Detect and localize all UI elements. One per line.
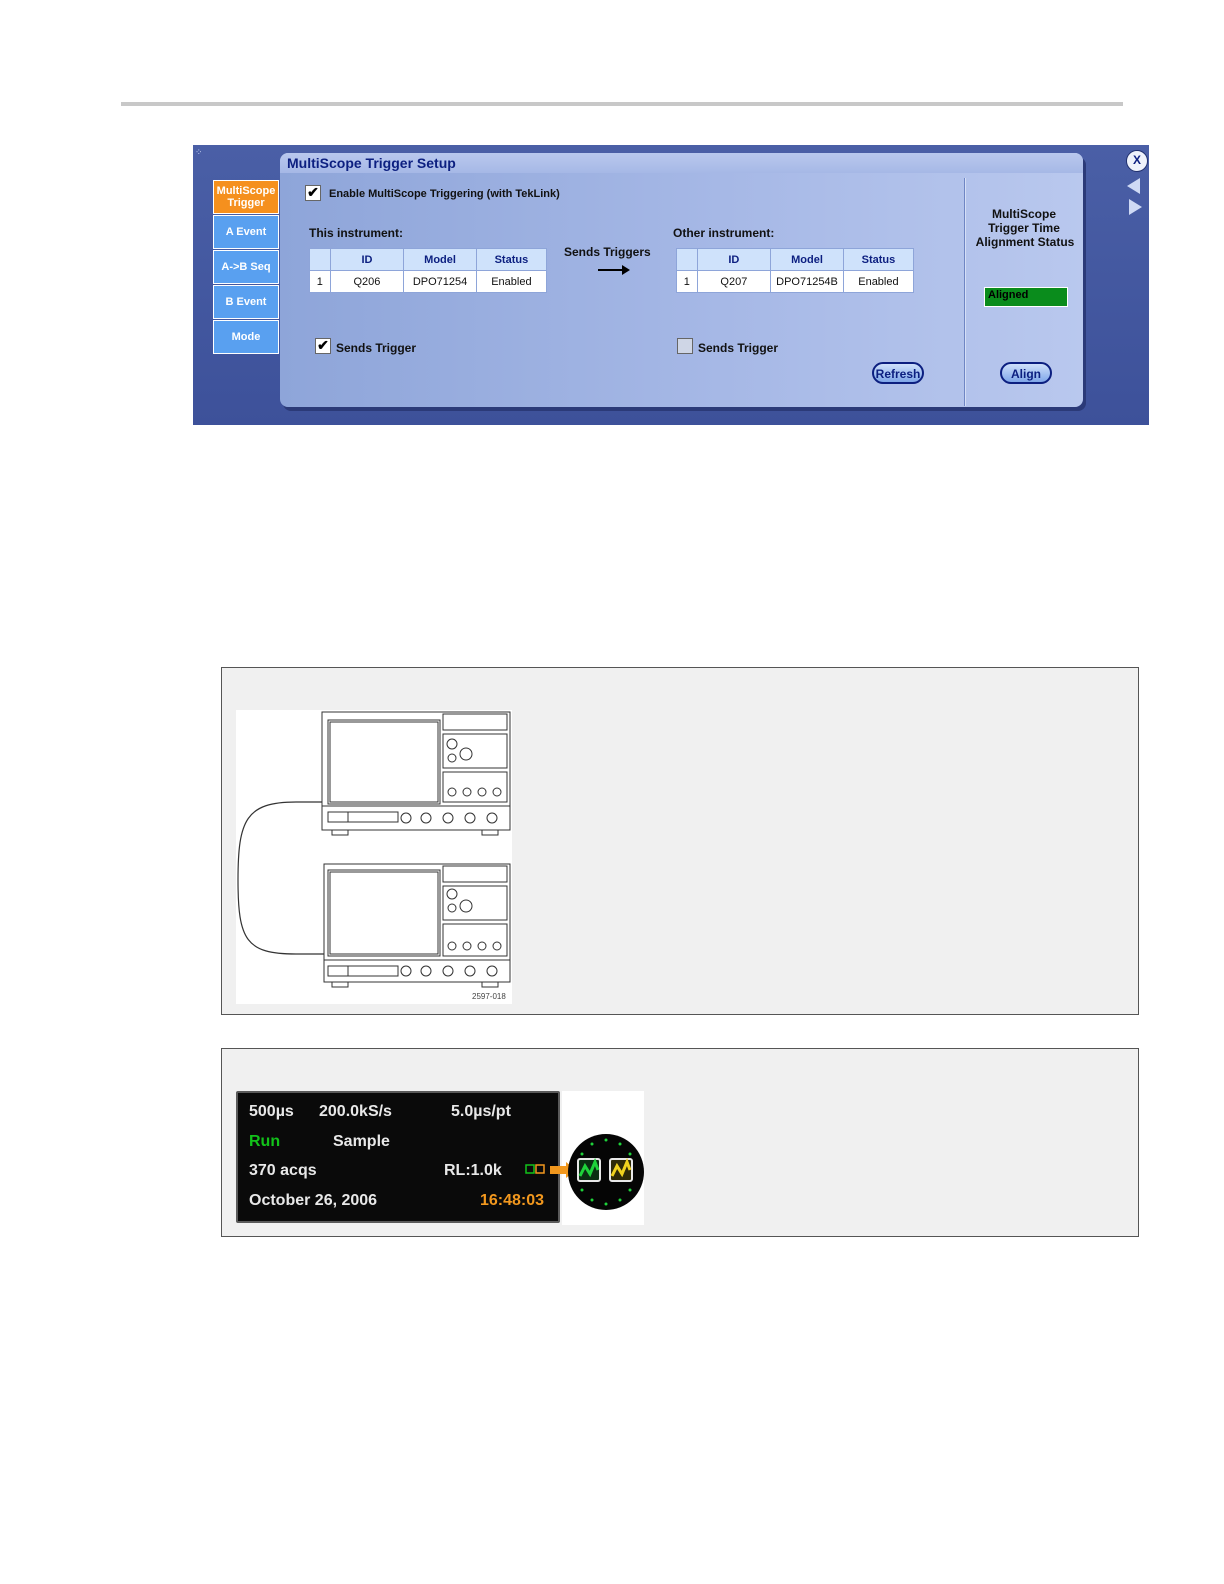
row-index: 1 xyxy=(309,270,331,293)
close-button[interactable]: X xyxy=(1126,150,1148,172)
tab-a-event[interactable]: A Event xyxy=(213,215,279,249)
other-sends-trigger-checkbox[interactable] xyxy=(677,338,693,354)
column-header-index xyxy=(676,248,698,271)
row-model: DPO71254B xyxy=(770,270,844,293)
arrow-right-icon xyxy=(598,265,630,275)
other-instrument-heading: Other instrument: xyxy=(673,226,775,240)
oscilloscopes-illustration xyxy=(236,710,512,1004)
refresh-button[interactable]: Refresh xyxy=(872,362,924,384)
enable-multiscope-label: Enable MultiScope Triggering (with TekLi… xyxy=(329,188,560,200)
dialog-title: MultiScope Trigger Setup xyxy=(287,155,456,171)
previous-arrow-icon[interactable] xyxy=(1127,178,1140,194)
alignment-title-line1: MultiScope xyxy=(991,207,1056,221)
this-instrument-table: ID Model Status 1 Q206 DPO71254 Enabled xyxy=(309,248,548,293)
row-status: Enabled xyxy=(475,270,548,293)
multiscope-status-icon xyxy=(525,1134,644,1210)
row-index: 1 xyxy=(676,270,698,293)
resize-grip-icon[interactable]: ⁘ xyxy=(195,147,205,157)
this-sends-trigger-checkbox[interactable]: ✔ xyxy=(315,338,331,354)
tab-mode[interactable]: Mode xyxy=(213,320,279,354)
sends-triggers-label: Sends Triggers xyxy=(564,245,651,259)
tab-multiscope-trigger[interactable]: MultiScope Trigger xyxy=(213,180,279,214)
row-model: DPO71254 xyxy=(403,270,477,293)
resolution-readout: 5.0µs/pt xyxy=(451,1103,511,1120)
dialog-title-bar: MultiScope Trigger Setup xyxy=(280,153,1083,173)
table-row[interactable]: 1 Q206 DPO71254 Enabled xyxy=(309,270,548,293)
timebase-readout: 500µs xyxy=(249,1103,294,1120)
tab-b-event[interactable]: B Event xyxy=(213,285,279,319)
column-header-id: ID xyxy=(329,248,405,271)
sample-rate-readout: 200.0kS/s xyxy=(319,1103,392,1120)
acqs-readout: 370 acqs xyxy=(249,1162,317,1179)
column-header-status: Status xyxy=(842,248,915,271)
column-header-status: Status xyxy=(475,248,548,271)
column-header-model: Model xyxy=(770,248,844,271)
alignment-status-badge: Aligned xyxy=(984,287,1068,307)
figure-code: 2597-018 xyxy=(472,992,506,1001)
column-header-model: Model xyxy=(403,248,477,271)
column-header-id: ID xyxy=(696,248,772,271)
other-sends-trigger-label: Sends Trigger xyxy=(698,341,779,355)
tab-a-b-seq[interactable]: A->B Seq xyxy=(213,250,279,284)
alignment-title-line2: Trigger Time xyxy=(988,221,1060,235)
row-status: Enabled xyxy=(842,270,915,293)
align-button[interactable]: Align xyxy=(1000,362,1052,384)
record-length-readout: RL:1.0k xyxy=(444,1162,502,1179)
column-header-index xyxy=(309,248,331,271)
row-id: Q207 xyxy=(696,270,772,293)
trigger-tabs: MultiScope Trigger A Event A->B Seq B Ev… xyxy=(213,180,279,355)
table-row[interactable]: 1 Q207 DPO71254B Enabled xyxy=(676,270,915,293)
enable-multiscope-checkbox[interactable]: ✔ xyxy=(305,185,321,201)
date-readout: October 26, 2006 xyxy=(249,1192,378,1209)
next-arrow-icon[interactable] xyxy=(1129,199,1142,215)
acq-mode-readout: Sample xyxy=(333,1133,390,1150)
oscilloscopes-drawing xyxy=(237,711,511,988)
this-instrument-heading: This instrument: xyxy=(309,226,404,240)
run-state-readout: Run xyxy=(249,1133,281,1150)
alignment-title-line3: Alignment Status xyxy=(975,235,1075,249)
row-id: Q206 xyxy=(329,270,405,293)
this-sends-trigger-label: Sends Trigger xyxy=(336,341,417,355)
other-instrument-table: ID Model Status 1 Q207 DPO71254B Enabled xyxy=(676,248,915,293)
top-rule xyxy=(121,102,1123,106)
